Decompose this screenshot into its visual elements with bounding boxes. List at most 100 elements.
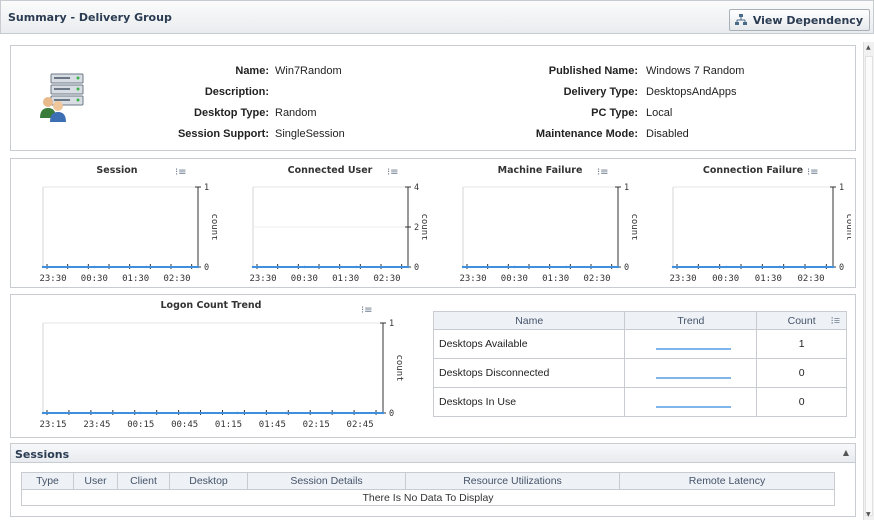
data-point	[461, 265, 465, 269]
connection-failure-chart: 0 1 count 23:30 00:30 01:30 02:30	[669, 183, 851, 284]
empty-message: There Is No Data To Display	[21, 489, 835, 506]
scroll-up-arrow-icon[interactable]: ▲	[866, 44, 871, 51]
info-row-delivery-type: Delivery Type: DesktopsAndApps	[11, 86, 857, 100]
collapse-chevron-icon[interactable]: ▲	[843, 448, 849, 457]
session-chart-title: Session	[96, 165, 138, 176]
x-tick-label: 01:30	[122, 274, 149, 284]
metric-charts-panel: Session ⁝≡ 0 1 count 23:30 00:30 01:30 02:30 C…	[10, 158, 856, 288]
table-row[interactable]: Desktops Disconnected 0	[432, 358, 847, 388]
session-chart: 0 1 count 23:30 00:30 01:30 02:30	[39, 183, 217, 284]
connected-user-chart-title: Connected User	[287, 165, 373, 176]
data-point	[778, 265, 781, 269]
x-tick-label: 23:30	[39, 274, 66, 284]
y-axis-label: count	[394, 354, 404, 381]
trend-sparkline	[655, 348, 731, 350]
pc-type-label: PC Type:	[591, 107, 638, 119]
pc-type-value: Local	[646, 107, 673, 119]
x-tick-label: 02:45	[347, 420, 374, 429]
y-tick-label: 1	[624, 183, 629, 193]
data-point	[671, 265, 675, 269]
data-point	[196, 265, 200, 269]
col-header-type[interactable]: Type	[21, 472, 74, 490]
data-point	[303, 265, 306, 269]
col-header-remote-latency[interactable]: Remote Latency	[619, 472, 835, 490]
x-tick-label: 01:45	[259, 420, 286, 429]
maintenance-mode-label: Maintenance Mode:	[535, 128, 638, 140]
scrollbar-thumb[interactable]	[865, 56, 873, 516]
trend-sparkline-cell	[624, 329, 758, 359]
info-row-pc-type: PC Type: Local	[11, 107, 857, 121]
x-tick-label: 23:30	[249, 274, 276, 284]
col-header-session-details[interactable]: Session Details	[247, 472, 406, 490]
trend-sparkline	[655, 406, 731, 408]
y-axis-label: count	[209, 213, 217, 240]
x-tick-label: 01:30	[542, 274, 569, 284]
info-row-maintenance-mode: Maintenance Mode: Disabled	[11, 128, 857, 142]
logon-count-trend-title: Logon Count Trend	[160, 300, 262, 311]
y-tick-label: 1	[204, 183, 209, 193]
published-name-label: Published Name:	[548, 65, 638, 77]
sessions-title: Sessions	[15, 448, 70, 461]
data-point	[725, 265, 728, 269]
logon-trend-panel: Logon Count Trend ⁝≡ 0 1 count 23:15 23:45 00…	[10, 294, 856, 438]
x-tick-label: 23:45	[83, 420, 110, 429]
desktops-table-header-row: Name Trend Count ⁝≡	[432, 311, 847, 330]
data-point	[138, 411, 142, 415]
x-tick-label: 23:30	[669, 274, 696, 284]
maintenance-mode-value: Disabled	[646, 128, 689, 140]
sessions-header[interactable]: Sessions ▲	[11, 444, 855, 463]
data-point	[236, 411, 239, 415]
data-point	[251, 265, 255, 269]
data-point	[284, 411, 288, 415]
y-axis-label: count	[844, 213, 851, 240]
machine-failure-chart-title: Machine Failure	[497, 165, 583, 176]
connection-failure-chart-title: Connection Failure	[702, 165, 804, 176]
col-header-resource-utilizations[interactable]: Resource Utilizations	[405, 472, 620, 490]
col-header-trend[interactable]: Trend	[624, 311, 758, 330]
col-header-count[interactable]: Count ⁝≡	[756, 311, 847, 330]
data-point	[41, 265, 45, 269]
x-tick-label: 00:15	[127, 420, 154, 429]
desktop-name-cell: Desktops Available	[432, 329, 626, 359]
logon-count-trend-chart: 0 1 count 23:15 23:45 00:15 00:45 01:15 01:45 02:…	[39, 319, 404, 429]
scroll-down-arrow-icon[interactable]: ▼	[866, 511, 871, 518]
table-row[interactable]: Desktops In Use 0	[432, 387, 847, 417]
desktop-name-cell: Desktops Disconnected	[432, 358, 626, 388]
col-header-name[interactable]: Name	[432, 311, 626, 330]
col-header-desktop[interactable]: Desktop	[169, 472, 248, 490]
y-tick-label: 4	[414, 183, 419, 193]
y-tick-label: 0	[414, 263, 419, 273]
data-point	[565, 265, 568, 269]
view-dependency-button[interactable]: View Dependency	[728, 9, 870, 31]
count-cell: 0	[756, 358, 847, 388]
x-tick-label: 00:30	[501, 274, 528, 284]
x-tick-label: 23:30	[459, 274, 486, 284]
machine-failure-chart: 0 1 count 23:30 00:30 01:30 02:30	[459, 183, 637, 284]
x-tick-label: 00:30	[81, 274, 108, 284]
empty-row: There Is No Data To Display	[21, 489, 835, 506]
data-point	[90, 411, 93, 415]
vertical-scrollbar[interactable]: ▲ ▼	[863, 42, 874, 520]
y-tick-label: 1	[389, 319, 394, 329]
trend-sparkline-cell	[624, 387, 758, 417]
y-tick-label: 0	[204, 263, 209, 273]
page-title: Summary - Delivery Group	[8, 11, 172, 24]
data-point	[381, 411, 385, 415]
count-column-menu-icon[interactable]: ⁝≡	[831, 315, 840, 327]
y-tick-label: 0	[389, 409, 394, 419]
x-tick-label: 01:30	[755, 274, 782, 284]
col-header-client[interactable]: Client	[117, 472, 170, 490]
delivery-type-value: DesktopsAndApps	[646, 86, 737, 98]
data-point	[41, 411, 45, 415]
count-cell: 1	[756, 329, 847, 359]
info-row-published-name: Published Name: Windows 7 Random	[11, 65, 857, 79]
x-tick-label: 02:30	[373, 274, 400, 284]
x-tick-label: 01:15	[215, 420, 242, 429]
data-point	[406, 265, 410, 269]
col-header-user[interactable]: User	[73, 472, 118, 490]
table-row[interactable]: Desktops Available 1	[432, 329, 847, 359]
y-tick-label: 0	[624, 263, 629, 273]
desktop-name-cell: Desktops In Use	[432, 387, 626, 417]
count-header-label: Count	[787, 314, 816, 327]
summary-header-bar: Summary - Delivery Group View Dependency	[0, 0, 874, 34]
